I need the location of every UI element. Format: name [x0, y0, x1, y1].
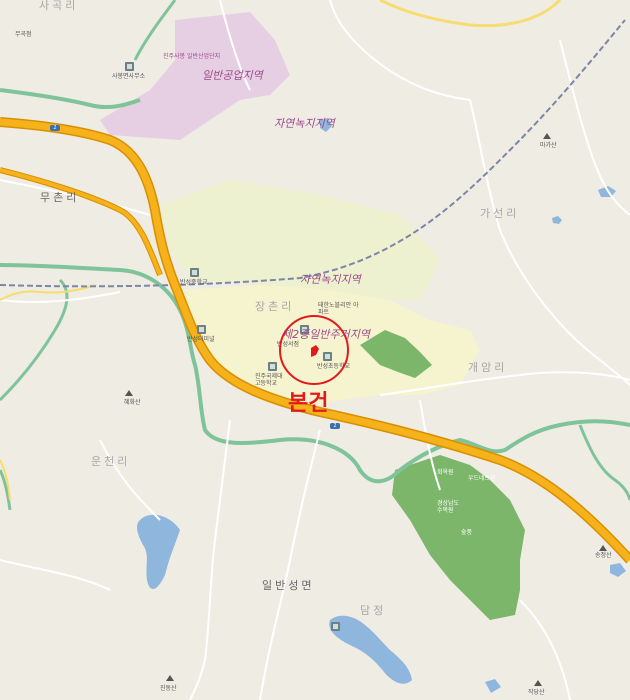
river-east-branch: [578, 424, 630, 501]
landmark-icon: [331, 622, 340, 631]
road-shield-north: 2: [50, 125, 60, 131]
zone-label-industrial: 일반공업지역: [202, 69, 263, 82]
subject-property-label: 본건: [288, 391, 329, 416]
mountain-label: 진동산: [160, 685, 177, 692]
mountain-label: 작당산: [528, 689, 545, 696]
mountain-label: 송정산: [595, 552, 612, 559]
poi-label: 진주국제대 고등학교: [255, 373, 283, 387]
mountain-peak-icon: [125, 390, 133, 396]
poi-label: 사봉면사무소: [112, 73, 146, 80]
industrial-complex-label: 진주사봉 일반산업단지: [163, 53, 221, 60]
poi-label: 우드네트원: [468, 475, 496, 482]
zone-label-green-north: 자연녹지지역: [274, 117, 335, 130]
reservoir-south: [329, 615, 412, 684]
poi-label: 무곡점: [15, 31, 32, 38]
poi-label: 반성초등학교: [317, 363, 351, 370]
poi-label: 숲풍: [461, 529, 473, 536]
mountain-label: 혜화산: [124, 399, 141, 406]
forest-area-arboretum: [392, 455, 525, 620]
school-icon: [323, 352, 332, 361]
mountain-peak-icon: [534, 680, 542, 686]
poi-label: 반성서점: [277, 341, 300, 348]
arboretum-label: 경상남도 수목원: [437, 500, 460, 514]
road-shield-south: 2: [330, 423, 340, 429]
yellow-road-north: [379, 0, 562, 28]
zone-label-green-central: 자연녹지지역: [300, 273, 361, 286]
river-west-branch: [0, 278, 69, 402]
village-label: 담정: [360, 604, 387, 617]
terminal-icon: [197, 325, 206, 334]
school-icon: [190, 268, 199, 277]
map-canvas[interactable]: 2 2 사곡리 무곡점 사봉면사무소 진주사봉 일반산업단지 일반공업지역 자연…: [0, 0, 630, 700]
river-main: [0, 88, 141, 110]
village-label: 개암리: [468, 361, 508, 374]
village-label: 무촌리: [40, 191, 80, 204]
village-label: 사곡리: [39, 0, 79, 12]
mountain-peak-icon: [166, 675, 174, 681]
zone-label-residential: 제2종일반주거지역: [282, 328, 370, 341]
pond-4: [610, 563, 626, 577]
map-base: [0, 0, 630, 700]
office-icon: [125, 62, 134, 71]
pond-3: [552, 216, 562, 224]
village-label: 가선리: [480, 207, 520, 220]
poi-label: 반성중학교: [180, 279, 208, 286]
reservoir-west: [136, 514, 180, 590]
school-icon: [268, 362, 277, 371]
mountain-peak-icon: [543, 133, 551, 139]
pond-5: [485, 679, 501, 693]
mountain-peak-icon: [599, 545, 607, 551]
river-north: [133, 0, 177, 61]
village-label: 장촌리: [255, 300, 295, 313]
village-label: 운천리: [91, 455, 131, 468]
poi-label: 태한노블리안 아파트: [318, 302, 359, 316]
township-label: 일반성면: [262, 579, 315, 592]
poi-label: 반성터미널: [187, 336, 215, 343]
mountain-label: 마가산: [540, 142, 557, 149]
poi-label: 회옥원: [437, 469, 454, 476]
